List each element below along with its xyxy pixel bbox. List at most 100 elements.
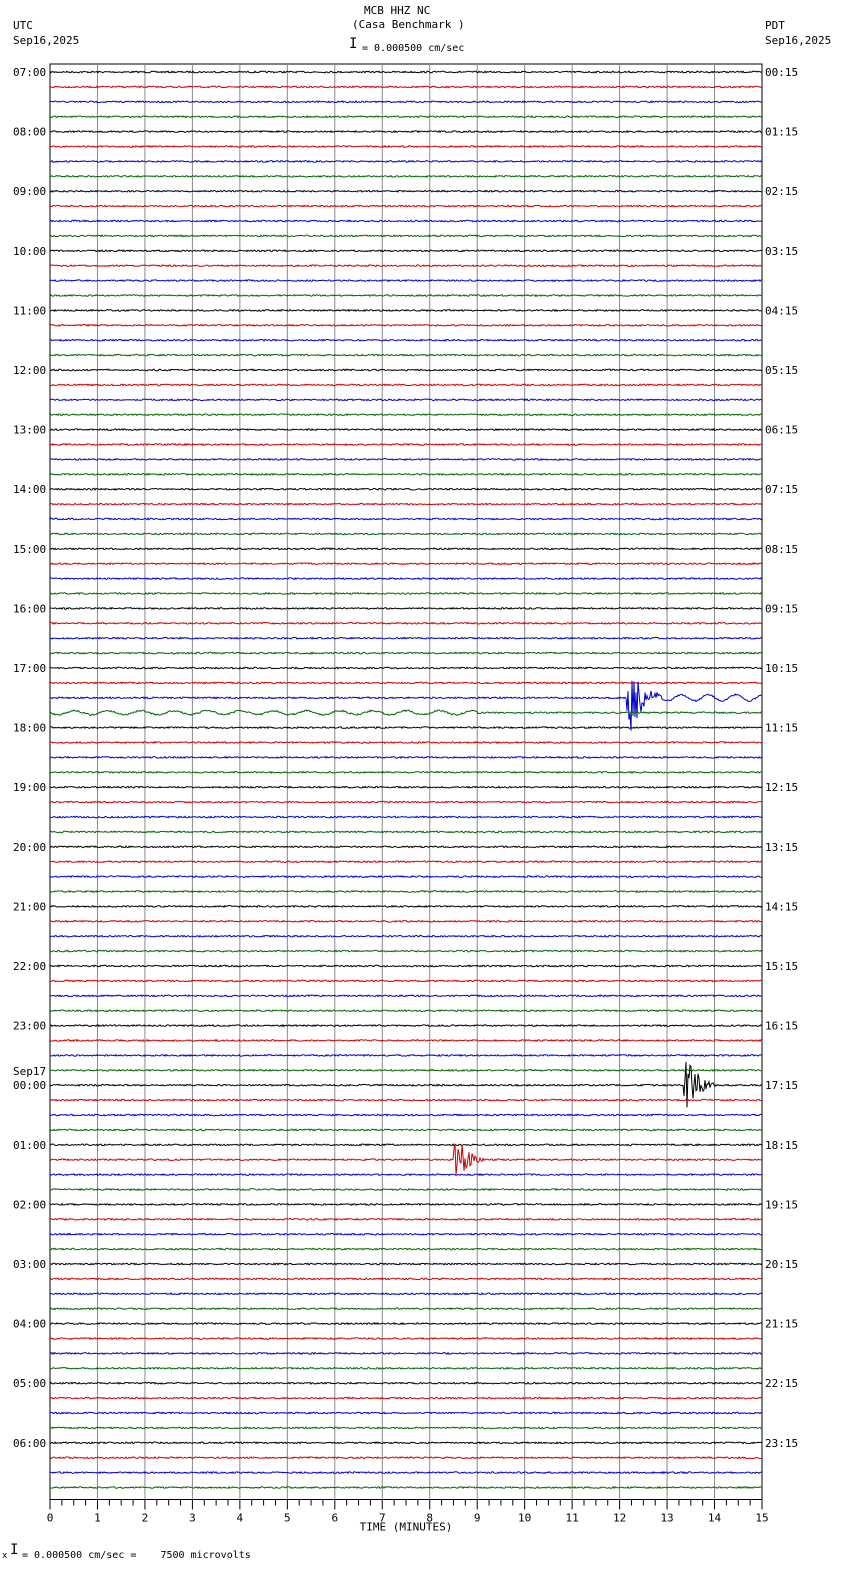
pdt-hour-label: 21:15	[765, 1318, 798, 1331]
pdt-hour-label: 23:15	[765, 1437, 798, 1450]
seismic-trace	[49, 204, 763, 208]
seismic-trace	[49, 875, 763, 879]
x-tick-label: 13	[660, 1512, 673, 1525]
utc-hour-label: 04:00	[13, 1318, 46, 1331]
utc-hour-label: 15:00	[13, 543, 46, 556]
seismic-trace	[49, 785, 763, 789]
x-tick-label: 14	[708, 1512, 722, 1525]
seismic-trace	[49, 770, 762, 774]
seismic-trace	[49, 1143, 763, 1175]
seismic-trace	[49, 323, 763, 327]
seismic-trace	[49, 1113, 763, 1117]
pdt-hour-label: 13:15	[765, 841, 798, 854]
seismic-trace	[49, 249, 763, 253]
seismic-trace	[49, 1217, 762, 1221]
seismic-trace	[49, 159, 763, 164]
seismic-trace	[49, 1470, 763, 1475]
seismic-trace	[49, 353, 763, 357]
pdt-hour-label: 09:15	[765, 602, 798, 615]
seismic-trace	[50, 1262, 763, 1266]
pdt-hour-label: 11:15	[765, 722, 798, 735]
x-tick-label: 15	[755, 1512, 768, 1525]
seismic-trace	[49, 1381, 763, 1385]
seismic-trace	[49, 532, 763, 536]
seismic-trace	[49, 457, 763, 461]
pdt-hour-label: 22:15	[765, 1377, 798, 1390]
seismic-trace	[49, 576, 763, 581]
seismic-trace	[49, 472, 763, 476]
seismic-trace	[49, 889, 763, 894]
seismic-trace	[49, 517, 763, 521]
seismic-trace	[49, 1187, 763, 1192]
seismic-trace	[49, 547, 763, 551]
seismic-trace	[49, 1232, 763, 1236]
utc-hour-label: 21:00	[13, 900, 46, 913]
x-tick-label: 12	[613, 1512, 626, 1525]
utc-hour-label: 09:00	[13, 185, 46, 198]
pdt-hour-label: 16:15	[765, 1020, 798, 1033]
seismic-trace	[49, 383, 763, 387]
seismic-trace	[50, 1336, 763, 1341]
seismic-trace	[49, 1485, 762, 1490]
seismic-trace	[49, 1292, 763, 1296]
seismic-trace	[49, 636, 763, 640]
seismic-trace	[49, 1441, 762, 1445]
plot-frame	[49, 63, 763, 1500]
seismic-trace	[49, 1426, 763, 1430]
seismic-trace	[49, 1366, 763, 1370]
pdt-hour-label: 07:15	[765, 483, 798, 496]
seismic-trace	[49, 278, 762, 283]
x-axis-label: TIME (MINUTES)	[360, 1521, 453, 1534]
pdt-hour-label: 10:15	[765, 662, 798, 675]
utc-hour-label: 00:00	[13, 1079, 46, 1092]
utc-hour-label: 20:00	[13, 841, 46, 854]
seismic-trace	[49, 1247, 763, 1251]
seismogram-plot: 0 1 2 3 4 5 6 7 8 9 10 11 12 13 14 15TIME (MINUTES)07:0…	[13, 63, 798, 1534]
pdt-hour-label: 15:15	[765, 960, 798, 973]
seismic-trace	[49, 919, 763, 923]
seismic-trace	[50, 726, 763, 730]
seismic-trace	[49, 427, 763, 432]
pdt-hour-label: 02:15	[765, 185, 798, 198]
seismic-trace	[49, 1098, 763, 1102]
seismic-trace	[49, 70, 763, 74]
seismic-trace	[49, 1277, 763, 1281]
seismic-trace	[49, 680, 763, 731]
pdt-hour-label: 01:15	[765, 126, 798, 139]
pdt-hour-label: 17:15	[765, 1079, 798, 1092]
utc-hour-label: 18:00	[13, 722, 46, 735]
seismic-trace	[49, 338, 763, 342]
seismic-trace	[49, 709, 763, 717]
x-tick-label: 1	[94, 1512, 101, 1525]
seismic-trace	[49, 1053, 763, 1058]
x-tick-label: 0	[47, 1512, 54, 1525]
x-tick-label: 6	[331, 1512, 338, 1525]
x-tick-label: 3	[189, 1512, 196, 1525]
pdt-hour-label: 14:15	[765, 900, 798, 913]
seismic-trace	[49, 114, 763, 119]
seismic-trace	[49, 904, 763, 909]
pdt-hour-label: 03:15	[765, 245, 798, 258]
utc-hour-label: 17:00	[13, 662, 46, 675]
seismic-trace	[50, 442, 763, 447]
pdt-hour-label: 19:15	[765, 1198, 798, 1211]
x-tick-label: 4	[237, 1512, 244, 1525]
utc-hour-label: 23:00	[13, 1020, 46, 1033]
seismic-trace	[49, 964, 763, 968]
x-tick-label: 9	[474, 1512, 481, 1525]
seismic-trace	[49, 129, 762, 134]
seismic-trace	[49, 1456, 763, 1460]
utc-hour-label: 06:00	[13, 1437, 46, 1450]
seismic-trace	[49, 1009, 763, 1013]
utc-hour-label: 02:00	[13, 1198, 46, 1211]
seismic-trace	[49, 979, 763, 983]
seismic-trace	[49, 666, 763, 670]
seismic-trace	[50, 994, 763, 998]
utc-hour-label: 05:00	[13, 1377, 46, 1390]
seismic-trace	[49, 681, 763, 685]
seismic-trace	[49, 1173, 763, 1177]
seismic-trace	[49, 1396, 763, 1400]
utc-hour-label: 19:00	[13, 781, 46, 794]
seismic-trace	[49, 1023, 763, 1028]
pdt-hour-label: 06:15	[765, 424, 798, 437]
